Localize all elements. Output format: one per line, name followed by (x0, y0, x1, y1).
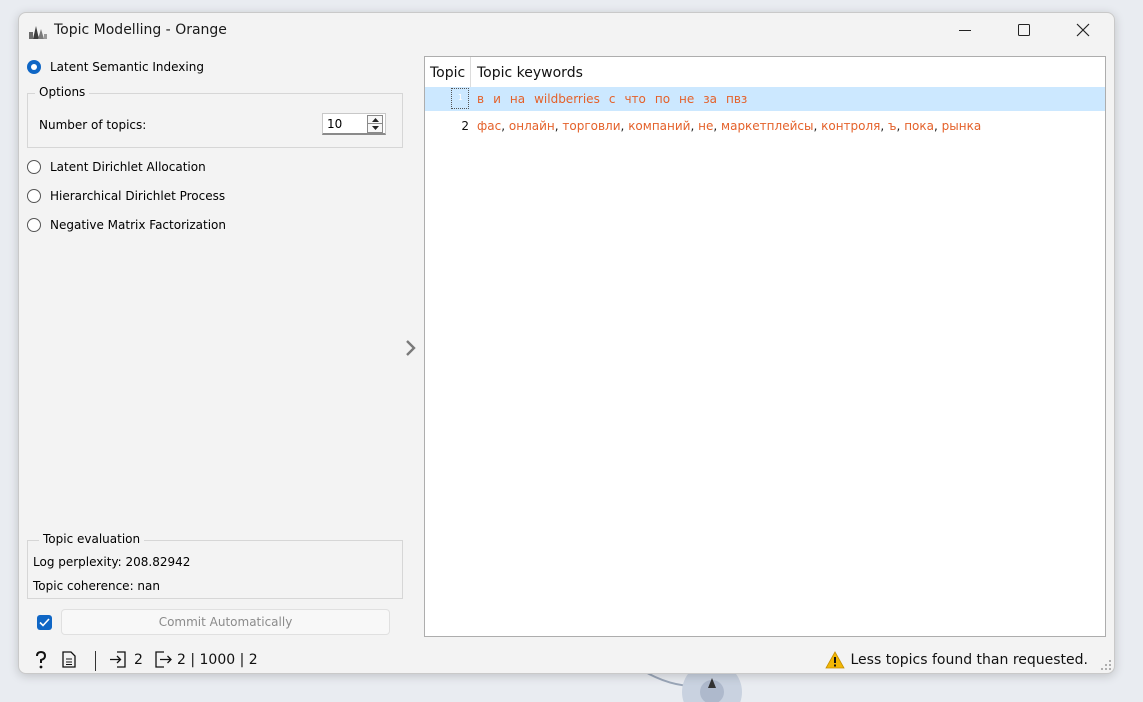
radio-nmf-indicator[interactable] (27, 218, 41, 232)
spin-buttons (367, 115, 383, 133)
keyword: за (703, 92, 718, 106)
panel-collapse-chevron-icon[interactable] (403, 338, 417, 358)
keyword: на (509, 92, 526, 106)
topic-number-cell: 2 (461, 119, 469, 133)
output-icon (155, 651, 172, 668)
minimize-icon (959, 30, 971, 31)
warning-text: Less topics found than requested. (850, 652, 1089, 668)
input-summary[interactable]: 2 (109, 651, 143, 668)
radio-lsi[interactable]: Latent Semantic Indexing (27, 58, 204, 76)
keyword: в (477, 92, 485, 106)
keyword-separator: , (690, 119, 695, 133)
radio-lda-indicator[interactable] (27, 160, 41, 174)
keyword-separator: , (880, 119, 885, 133)
topic-keywords-cell: в и на wildberries с что по не за пвз (477, 92, 747, 106)
warning-message: Less topics found than requested. (824, 651, 1089, 669)
radio-hdp[interactable]: Hierarchical Dirichlet Process (27, 187, 225, 205)
column-divider (470, 57, 471, 87)
topic-keywords-cell: фас, онлайн, торговли, компаний, не, мар… (477, 119, 981, 133)
keyword: ъ (888, 119, 897, 133)
radio-nmf-label: Negative Matrix Factorization (50, 218, 226, 232)
input-count: 2 (134, 651, 143, 668)
keyword: с (608, 92, 616, 106)
orange-app-icon (29, 26, 47, 39)
radio-hdp-label: Hierarchical Dirichlet Process (50, 189, 226, 203)
radio-lda-label: Latent Dirichlet Allocation (50, 160, 206, 174)
output-summary[interactable]: 2 | 1000 | 2 (154, 651, 258, 668)
col-header-keywords[interactable]: Topic keywords (477, 57, 583, 87)
topics-table[interactable]: Topic Topic keywords 1 в и на wildberries с чт… (424, 56, 1106, 637)
maximize-button[interactable] (1001, 13, 1047, 47)
checkmark-icon (39, 618, 50, 627)
title-bar: Topic Modelling - Orange (19, 13, 1114, 49)
status-bar: 2 2 | 1000 | 2 Less topics found than re… (19, 649, 1114, 673)
topic-evaluation-title: Topic evaluation (39, 532, 145, 546)
keyword: маркетплейсы (721, 119, 814, 133)
radio-lsi-indicator[interactable] (27, 60, 41, 74)
keyword-separator: , (813, 119, 818, 133)
warning-icon (824, 651, 845, 669)
keyword-separator: , (620, 119, 625, 133)
maximize-icon (1018, 24, 1030, 36)
keyword: и (493, 92, 501, 106)
commit-auto-checkbox[interactable] (37, 615, 52, 630)
report-icon (62, 651, 76, 668)
keyword: wildberries (534, 92, 600, 106)
num-topics-label: Number of topics: (39, 118, 147, 132)
keyword-separator: , (933, 119, 938, 133)
keyword-separator: , (501, 119, 506, 133)
keyword: компаний (628, 119, 691, 133)
radio-hdp-indicator[interactable] (27, 189, 41, 203)
keyword: контроля (821, 119, 881, 133)
keyword: пвз (726, 92, 748, 106)
spin-down-button[interactable] (367, 124, 383, 133)
num-topics-value: 10 (327, 117, 343, 131)
options-group-title: Options (35, 85, 90, 99)
help-button[interactable] (33, 651, 49, 669)
keyword: по (654, 92, 671, 106)
keyword-separator: , (554, 119, 559, 133)
caret-down-icon (371, 126, 379, 130)
keyword: фас (477, 119, 502, 133)
topic-coherence-text: Topic coherence: nan (33, 579, 160, 593)
keyword: онлайн (508, 119, 555, 133)
caret-up-icon (371, 117, 379, 122)
log-perplexity-text: Log perplexity: 208.82942 (33, 555, 191, 569)
close-icon (1076, 23, 1090, 37)
radio-nmf[interactable]: Negative Matrix Factorization (27, 216, 226, 234)
topic-modelling-window: Topic Modelling - Orange Latent Semantic… (18, 12, 1115, 674)
input-icon (110, 651, 126, 668)
radio-lsi-label: Latent Semantic Indexing (50, 60, 204, 74)
table-row[interactable]: 2 фас, онлайн, торговли, компаний, не, ма… (425, 114, 1105, 138)
window-title: Topic Modelling - Orange (54, 22, 227, 38)
output-summary-text: 2 | 1000 | 2 (177, 651, 258, 668)
resize-grip-icon[interactable] (1100, 659, 1112, 671)
keyword: не (698, 119, 714, 133)
report-button[interactable] (62, 651, 76, 668)
spin-up-button[interactable] (367, 115, 383, 124)
table-row[interactable]: 1 в и на wildberries с что по не за пвз (425, 87, 1105, 111)
keyword: рынка (941, 119, 982, 133)
keyword: пока (904, 119, 934, 133)
minimize-button[interactable] (942, 13, 988, 47)
radio-lda[interactable]: Latent Dirichlet Allocation (27, 158, 206, 176)
keyword: не (679, 92, 695, 106)
commit-button[interactable]: Commit Automatically (61, 609, 390, 635)
keyword-separator: , (896, 119, 901, 133)
num-topics-spinbox[interactable]: 10 (322, 113, 386, 135)
topic-number-cell: 1 (457, 93, 463, 102)
keyword: что (624, 92, 646, 106)
col-header-topic[interactable]: Topic (430, 57, 465, 87)
keyword-separator: , (713, 119, 718, 133)
keyword: торговли (562, 119, 621, 133)
close-button[interactable] (1060, 13, 1106, 47)
help-icon (36, 651, 47, 669)
status-divider (95, 651, 96, 671)
